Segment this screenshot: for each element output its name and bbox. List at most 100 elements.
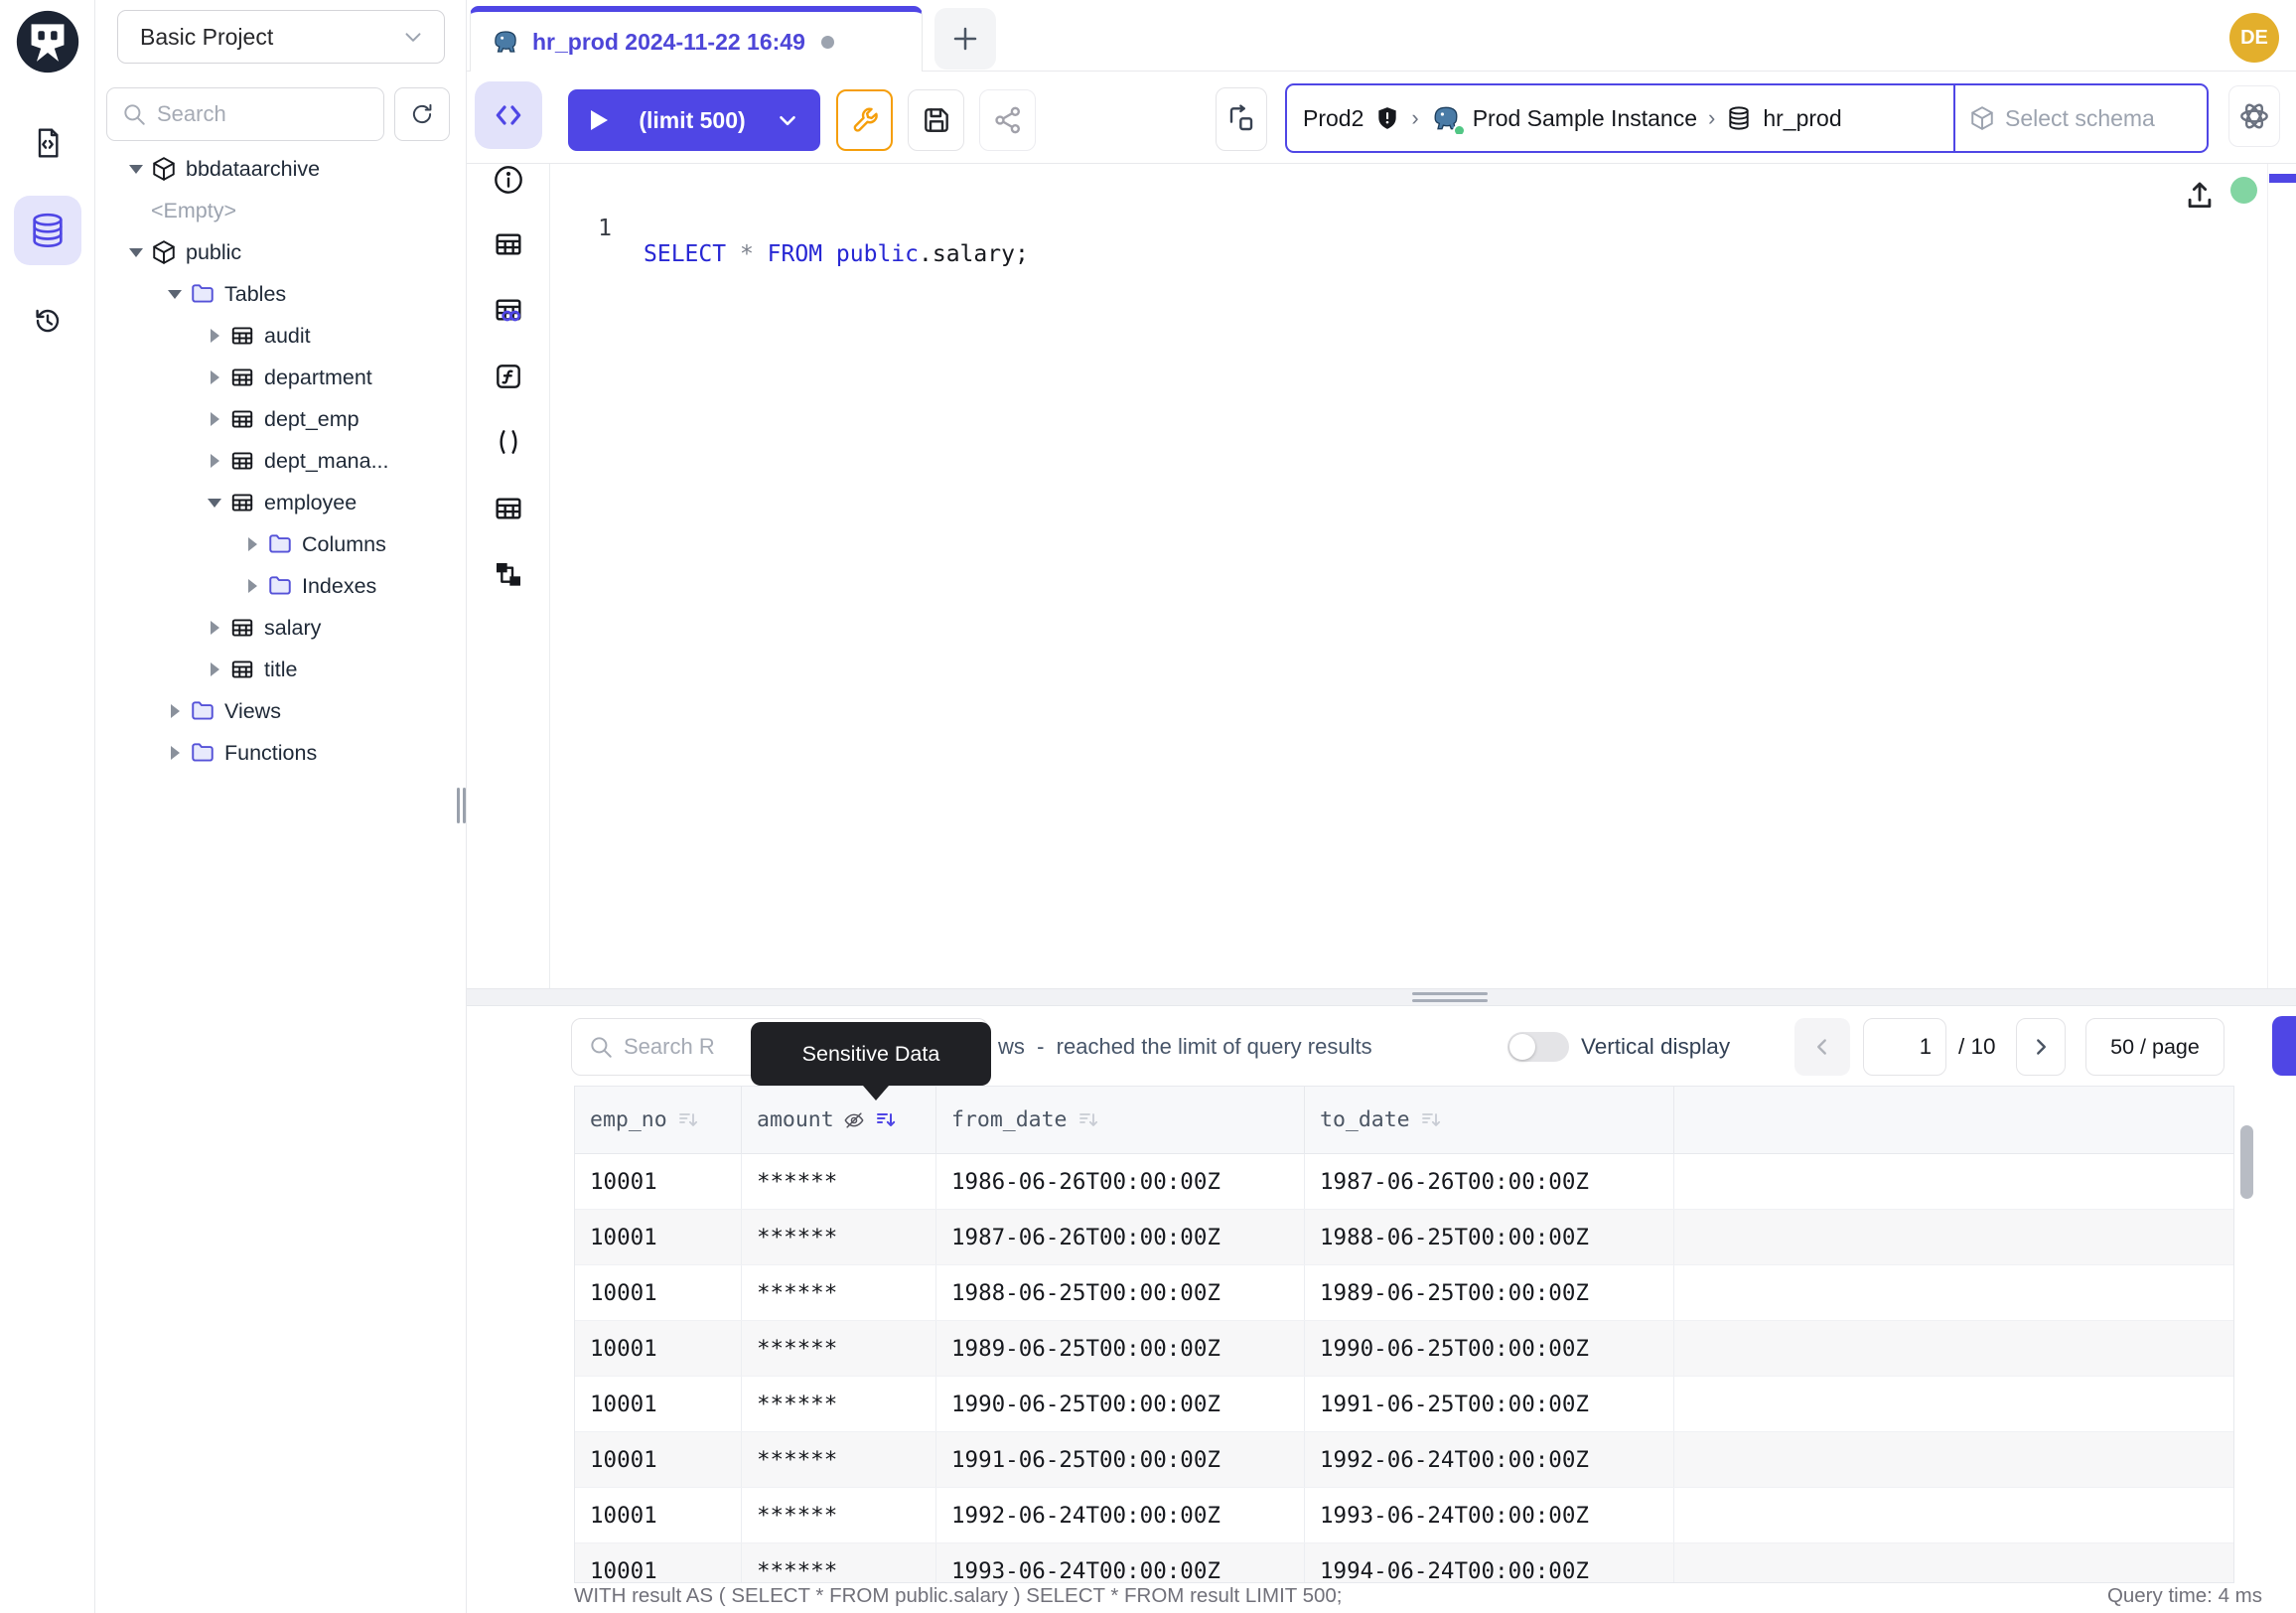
tree-item-indexes[interactable]: Indexes	[95, 565, 467, 607]
sort-icon[interactable]	[676, 1108, 700, 1132]
column-header-empty	[1674, 1087, 2233, 1153]
tree-item-department[interactable]: department	[95, 357, 467, 398]
column-header-from-date[interactable]: from_date	[936, 1087, 1305, 1153]
tree-item-audit[interactable]: audit	[95, 315, 467, 357]
column-header-amount[interactable]: amount	[742, 1087, 936, 1153]
table-row[interactable]: 10001******1993-06-24T00:00:00Z1994-06-2…	[575, 1543, 2233, 1583]
table-row[interactable]: 10001******1991-06-25T00:00:00Z1992-06-2…	[575, 1432, 2233, 1488]
next-page-button[interactable]	[2016, 1018, 2066, 1076]
worksheet-file-icon[interactable]	[24, 119, 72, 167]
sheet-table-icon[interactable]	[493, 493, 524, 524]
table-row[interactable]: 10001******1992-06-24T00:00:00Z1993-06-2…	[575, 1488, 2233, 1543]
sql-editor[interactable]: 1 SELECT * FROM public.salary;	[550, 164, 2296, 988]
table-panel-icon[interactable]	[493, 228, 524, 260]
table-row[interactable]: 10001******1989-06-25T00:00:00Z1990-06-2…	[575, 1321, 2233, 1377]
table-icon	[229, 406, 255, 432]
select-schema-button[interactable]: Select schema	[1953, 85, 2207, 151]
result-table-body: 10001******1986-06-26T00:00:00Z1987-06-2…	[575, 1154, 2233, 1583]
avatar[interactable]: DE	[2229, 13, 2279, 63]
function-icon[interactable]	[493, 361, 524, 392]
prev-page-button[interactable]	[1794, 1018, 1850, 1076]
results-vertical-scrollbar[interactable]	[2240, 1125, 2253, 1199]
column-header-emp-no[interactable]: emp_no	[575, 1087, 742, 1153]
database-panel-icon-selected[interactable]	[14, 196, 81, 265]
tree-item-bbdataarchive[interactable]: bbdataarchive	[95, 148, 467, 190]
run-query-button[interactable]: (limit 500)	[568, 89, 820, 151]
tree-item-title[interactable]: title	[95, 649, 467, 690]
refresh-button[interactable]	[394, 87, 450, 141]
tree-item-public[interactable]: public	[95, 231, 467, 273]
tree-item-dept-manager[interactable]: dept_mana...	[95, 440, 467, 482]
tab-label: hr_prod 2024-11-22 16:49	[532, 29, 805, 56]
tree-item-salary[interactable]: salary	[95, 607, 467, 649]
caret-right-icon	[206, 621, 223, 635]
database-label: hr_prod	[1763, 105, 1841, 132]
table-row[interactable]: 10001******1986-06-26T00:00:00Z1987-06-2…	[575, 1154, 2233, 1210]
tree-item-dept-emp[interactable]: dept_emp	[95, 398, 467, 440]
folder-icon	[190, 698, 215, 724]
caret-right-icon	[166, 704, 184, 718]
project-sidebar: Basic Project bbdataarchive <Empty> pub	[95, 0, 467, 1613]
sidebar-resize-handle[interactable]	[457, 784, 467, 827]
sort-icon[interactable]	[1419, 1108, 1443, 1132]
folder-icon	[267, 531, 293, 557]
tree-item-views[interactable]: Views	[95, 690, 467, 732]
tree-item-employee[interactable]: employee	[95, 482, 467, 523]
parentheses-icon[interactable]	[493, 426, 524, 458]
tree-item-functions[interactable]: Functions	[95, 732, 467, 774]
instance-online-dot	[1453, 124, 1466, 134]
masked-table-icon[interactable]	[493, 294, 524, 326]
folder-icon	[267, 573, 293, 599]
table-row[interactable]: 10001******1987-06-26T00:00:00Z1988-06-2…	[575, 1210, 2233, 1265]
tab-hr-prod[interactable]: hr_prod 2024-11-22 16:49	[470, 6, 923, 72]
folder-icon	[190, 281, 215, 307]
table-row[interactable]: 10001******1988-06-25T00:00:00Z1989-06-2…	[575, 1265, 2233, 1321]
format-sql-wrench-button[interactable]	[836, 89, 893, 151]
folder-icon	[190, 740, 215, 766]
column-header-to-date[interactable]: to_date	[1305, 1087, 1674, 1153]
page-number-input[interactable]	[1863, 1018, 1946, 1076]
environment-label: Prod2	[1303, 105, 1363, 132]
project-selector[interactable]: Basic Project	[117, 10, 445, 64]
schema-diagram-icon[interactable]	[493, 559, 524, 591]
bytebase-logo[interactable]	[14, 8, 81, 75]
history-icon[interactable]	[24, 297, 72, 345]
sort-icon-active[interactable]	[874, 1108, 898, 1132]
result-table-header: emp_no amount from_date to_date	[575, 1087, 2233, 1154]
left-icon-rail	[0, 0, 95, 1613]
share-button[interactable]	[979, 89, 1036, 151]
sort-icon[interactable]	[1076, 1108, 1100, 1132]
tree-item-label: department	[264, 366, 372, 390]
instance-label: Prod Sample Instance	[1473, 105, 1697, 132]
tree-item-label: Tables	[224, 282, 286, 307]
tree-item-columns[interactable]: Columns	[95, 523, 467, 565]
panel-splitter[interactable]	[467, 988, 2296, 1006]
eye-off-masked-icon	[843, 1109, 865, 1131]
info-icon[interactable]	[493, 164, 524, 196]
line-number: 1	[582, 216, 612, 241]
ai-assistant-icon-button[interactable]	[2228, 85, 2280, 147]
sensitive-data-tooltip: Sensitive Data	[751, 1022, 991, 1086]
tree-item-label: title	[264, 658, 297, 682]
sidebar-search-input[interactable]	[157, 101, 356, 127]
connection-link-icon-button[interactable]	[1216, 87, 1267, 151]
run-options-chevron-icon[interactable]	[775, 107, 800, 133]
editor-scroll-gutter	[2267, 164, 2268, 988]
caret-right-icon	[166, 746, 184, 760]
connection-breadcrumb[interactable]: Prod2 › Prod Sample Instance › hr_prod S…	[1285, 83, 2209, 153]
new-tab-button[interactable]	[934, 8, 996, 70]
sql-editor-panel-icon-selected[interactable]	[475, 81, 542, 149]
upload-sql-icon[interactable]	[2183, 178, 2217, 214]
sidebar-search[interactable]	[106, 87, 384, 141]
caret-right-icon	[206, 370, 223, 384]
save-button[interactable]	[908, 89, 964, 151]
table-row[interactable]: 10001******1990-06-25T00:00:00Z1991-06-2…	[575, 1377, 2233, 1432]
select-schema-label: Select schema	[2005, 105, 2155, 132]
tree-item-tables[interactable]: Tables	[95, 273, 467, 315]
vertical-display-toggle[interactable]	[1507, 1032, 1569, 1062]
connection-status-dot	[2230, 177, 2257, 204]
search-icon	[121, 101, 147, 127]
table-icon	[229, 657, 255, 682]
export-button-clipped[interactable]	[2272, 1016, 2296, 1076]
page-size-select[interactable]: 50 / page	[2085, 1018, 2224, 1076]
